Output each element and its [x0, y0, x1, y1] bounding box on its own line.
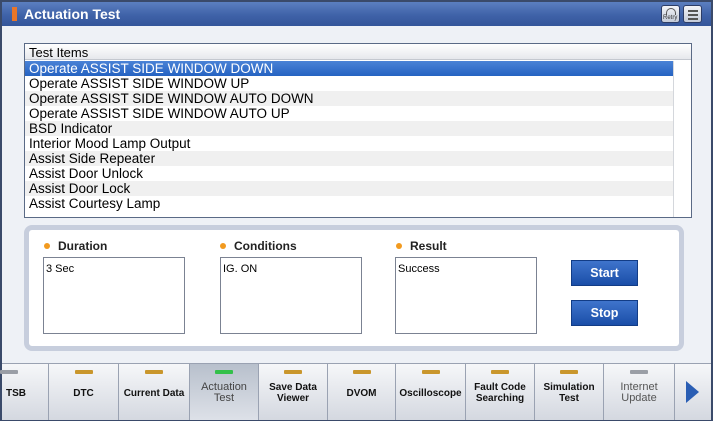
title-bar: Actuation Test Retry — [2, 2, 711, 26]
list-item[interactable]: Assist Courtesy Lamp — [25, 196, 673, 211]
duration-label: Duration — [44, 239, 107, 253]
tool-current-data[interactable]: Current Data — [119, 364, 190, 420]
tool-tsb[interactable]: TSB — [0, 364, 49, 420]
result-field: Success — [395, 257, 537, 334]
indicator-icon — [145, 370, 163, 374]
start-button[interactable]: Start — [571, 260, 638, 286]
indicator-icon — [421, 370, 440, 374]
list-item[interactable]: Assist Door Unlock — [25, 166, 673, 181]
menu-icon-line — [688, 14, 698, 16]
bottom-toolbar: TSB DTC Current Data Actuation Test Save… — [0, 363, 711, 420]
tool-oscilloscope[interactable]: Oscilloscope — [396, 364, 466, 420]
tool-label: DVOM — [346, 387, 377, 399]
list-scrollbar[interactable] — [673, 61, 691, 217]
tool-label: Fault Code Searching — [474, 382, 526, 404]
title-accent-icon — [12, 7, 17, 21]
tool-label: TSB — [6, 387, 26, 399]
tool-internet-update[interactable]: Internet Update — [604, 364, 675, 420]
indicator-icon — [0, 370, 18, 374]
indicator-icon — [284, 370, 302, 374]
list-item[interactable]: Operate ASSIST SIDE WINDOW AUTO UP — [25, 106, 673, 121]
tool-label: Current Data — [123, 387, 185, 399]
indicator-icon — [74, 370, 93, 374]
tool-dvom[interactable]: DVOM — [328, 364, 396, 420]
bullet-icon — [396, 242, 402, 249]
list-item[interactable]: Assist Door Lock — [25, 181, 673, 196]
tool-label: Actuation Test — [201, 381, 247, 404]
retry-label: Retry — [663, 15, 678, 21]
tool-label: DTC — [73, 387, 94, 399]
window-title: Actuation Test — [24, 6, 121, 22]
indicator-icon — [630, 370, 648, 374]
list-item[interactable]: Interior Mood Lamp Output — [25, 136, 673, 151]
tool-fault-code-searching[interactable]: Fault Code Searching — [466, 364, 535, 420]
bullet-icon — [44, 242, 50, 249]
retry-icon — [666, 8, 676, 15]
indicator-icon — [560, 370, 578, 374]
detail-panel: Duration 3 Sec Conditions IG. ON Result … — [24, 225, 684, 351]
conditions-field: IG. ON — [220, 257, 362, 334]
tool-label: Save Data Viewer — [269, 382, 317, 404]
tool-save-data-viewer[interactable]: Save Data Viewer — [259, 364, 328, 420]
duration-field: 3 Sec — [43, 257, 185, 334]
menu-icon-line — [688, 18, 698, 20]
conditions-label: Conditions — [220, 239, 297, 253]
list-item[interactable]: Assist Side Repeater — [25, 151, 673, 166]
actuation-test-window: Actuation Test Retry Test Items Operate … — [0, 0, 713, 421]
list-header: Test Items — [25, 44, 691, 60]
indicator-icon — [491, 370, 509, 374]
bullet-icon — [220, 242, 226, 249]
tool-label: Internet Update — [620, 381, 658, 404]
tool-dtc[interactable]: DTC — [49, 364, 119, 420]
stop-button[interactable]: Stop — [571, 300, 638, 326]
list-item[interactable]: Operate ASSIST SIDE WINDOW DOWN — [25, 61, 673, 76]
chevron-right-icon — [686, 381, 699, 403]
indicator-icon — [215, 370, 233, 374]
tool-label: Simulation Test — [543, 382, 595, 404]
list-item[interactable]: BSD Indicator — [25, 121, 673, 136]
next-page-button[interactable] — [675, 364, 711, 420]
indicator-icon — [352, 370, 371, 374]
tool-simulation-test[interactable]: Simulation Test — [535, 364, 604, 420]
list-header-label: Test Items — [29, 45, 89, 60]
menu-button[interactable] — [683, 5, 702, 23]
tool-label: Oscilloscope — [399, 387, 462, 399]
tool-actuation-test[interactable]: Actuation Test — [190, 364, 259, 420]
retry-button[interactable]: Retry — [661, 5, 680, 23]
test-items-list: Test Items Operate ASSIST SIDE WINDOW DO… — [24, 43, 692, 218]
list-item[interactable]: Operate ASSIST SIDE WINDOW UP — [25, 76, 673, 91]
result-label: Result — [396, 239, 447, 253]
menu-icon — [688, 10, 698, 12]
list-item[interactable]: Operate ASSIST SIDE WINDOW AUTO DOWN — [25, 91, 673, 106]
